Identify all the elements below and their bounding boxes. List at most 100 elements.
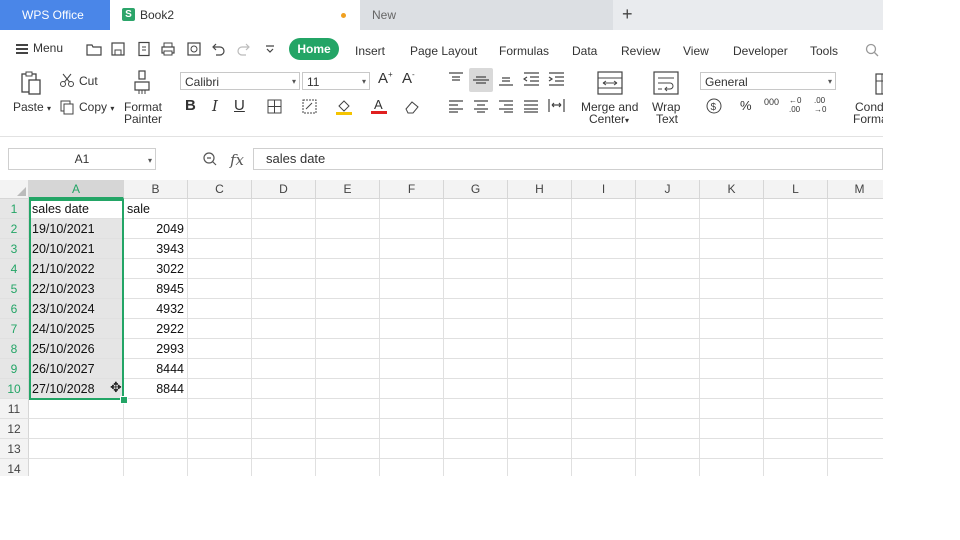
cell-h7[interactable] (508, 319, 572, 339)
cell-f12[interactable] (380, 419, 444, 439)
cell-h8[interactable] (508, 339, 572, 359)
cell-m5[interactable] (828, 279, 883, 299)
column-header-h[interactable]: H (508, 180, 572, 199)
cell-j2[interactable] (636, 219, 700, 239)
cell-j3[interactable] (636, 239, 700, 259)
borders-icon[interactable] (267, 99, 282, 117)
number-format-select[interactable]: General ▾ (700, 72, 836, 90)
cell-b12[interactable] (124, 419, 188, 439)
fill-handle[interactable] (120, 396, 128, 404)
cell-a11[interactable] (29, 399, 124, 419)
cell-k1[interactable] (700, 199, 764, 219)
cell-j13[interactable] (636, 439, 700, 459)
cell-e6[interactable] (316, 299, 380, 319)
cell-h13[interactable] (508, 439, 572, 459)
cell-style-icon[interactable] (302, 99, 317, 117)
cell-m10[interactable] (828, 379, 883, 399)
column-header-m[interactable]: M (828, 180, 883, 199)
export-pdf-icon[interactable] (136, 41, 152, 57)
cell-c2[interactable] (188, 219, 252, 239)
tab-tools[interactable]: Tools (810, 44, 838, 58)
cell-l10[interactable] (764, 379, 828, 399)
undo-icon[interactable] (210, 41, 226, 57)
cell-h10[interactable] (508, 379, 572, 399)
cell-m14[interactable] (828, 459, 883, 476)
cell-j10[interactable] (636, 379, 700, 399)
cell-l12[interactable] (764, 419, 828, 439)
cell-j6[interactable] (636, 299, 700, 319)
cell-f2[interactable] (380, 219, 444, 239)
cell-j12[interactable] (636, 419, 700, 439)
tab-page-layout[interactable]: Page Layout (410, 44, 477, 58)
cell-i9[interactable] (572, 359, 636, 379)
select-all-corner[interactable] (0, 180, 29, 199)
tab-data[interactable]: Data (572, 44, 597, 58)
cell-j9[interactable] (636, 359, 700, 379)
row-header-3[interactable]: 3 (0, 239, 29, 259)
cell-i1[interactable] (572, 199, 636, 219)
increase-indent-icon[interactable] (548, 72, 565, 89)
tab-insert[interactable]: Insert (355, 44, 385, 58)
cell-j8[interactable] (636, 339, 700, 359)
increase-decimal-icon[interactable]: ←0.00 (789, 96, 801, 114)
tab-formulas[interactable]: Formulas (499, 44, 549, 58)
cell-b7[interactable]: 2922 (124, 319, 188, 339)
customize-toolbar-icon[interactable] (262, 41, 278, 57)
cell-h5[interactable] (508, 279, 572, 299)
paste-button[interactable]: Paste ▾ (13, 100, 51, 114)
cell-d1[interactable] (252, 199, 316, 219)
decrease-font-icon[interactable]: A- (402, 70, 415, 87)
align-right-icon[interactable] (498, 100, 514, 116)
cell-j7[interactable] (636, 319, 700, 339)
cell-c14[interactable] (188, 459, 252, 476)
cell-j11[interactable] (636, 399, 700, 419)
cell-b9[interactable]: 8444 (124, 359, 188, 379)
cell-f11[interactable] (380, 399, 444, 419)
cell-e2[interactable] (316, 219, 380, 239)
cell-e9[interactable] (316, 359, 380, 379)
cell-f4[interactable] (380, 259, 444, 279)
cell-g9[interactable] (444, 359, 508, 379)
cell-k2[interactable] (700, 219, 764, 239)
cell-k7[interactable] (700, 319, 764, 339)
cell-f14[interactable] (380, 459, 444, 476)
cell-k4[interactable] (700, 259, 764, 279)
cell-d7[interactable] (252, 319, 316, 339)
zoom-function-icon[interactable] (202, 151, 218, 170)
cell-m2[interactable] (828, 219, 883, 239)
cell-m13[interactable] (828, 439, 883, 459)
cell-c8[interactable] (188, 339, 252, 359)
cell-i8[interactable] (572, 339, 636, 359)
cell-l7[interactable] (764, 319, 828, 339)
row-header-14[interactable]: 14 (0, 459, 29, 476)
bold-icon[interactable]: B (185, 97, 196, 114)
currency-icon[interactable]: $ (706, 98, 722, 117)
tab-review[interactable]: Review (621, 44, 660, 58)
cell-c9[interactable] (188, 359, 252, 379)
cell-k8[interactable] (700, 339, 764, 359)
cell-l5[interactable] (764, 279, 828, 299)
row-header-4[interactable]: 4 (0, 259, 29, 279)
tab-home[interactable]: Home (289, 38, 339, 60)
cell-l13[interactable] (764, 439, 828, 459)
tab-developer[interactable]: Developer (733, 44, 788, 58)
increase-font-icon[interactable]: A+ (378, 70, 393, 87)
cell-m9[interactable] (828, 359, 883, 379)
cell-a12[interactable] (29, 419, 124, 439)
search-icon[interactable] (864, 42, 880, 58)
font-name-select[interactable]: Calibri ▾ (180, 72, 300, 90)
cell-m1[interactable] (828, 199, 883, 219)
cell-d5[interactable] (252, 279, 316, 299)
cell-b1[interactable]: sale (124, 199, 188, 219)
print-preview-icon[interactable] (186, 41, 202, 57)
column-header-c[interactable]: C (188, 180, 252, 199)
cell-k12[interactable] (700, 419, 764, 439)
column-header-d[interactable]: D (252, 180, 316, 199)
decrease-indent-icon[interactable] (522, 72, 540, 89)
cell-a13[interactable] (29, 439, 124, 459)
cell-i7[interactable] (572, 319, 636, 339)
cell-h1[interactable] (508, 199, 572, 219)
cell-g5[interactable] (444, 279, 508, 299)
cell-b11[interactable] (124, 399, 188, 419)
cell-g13[interactable] (444, 439, 508, 459)
